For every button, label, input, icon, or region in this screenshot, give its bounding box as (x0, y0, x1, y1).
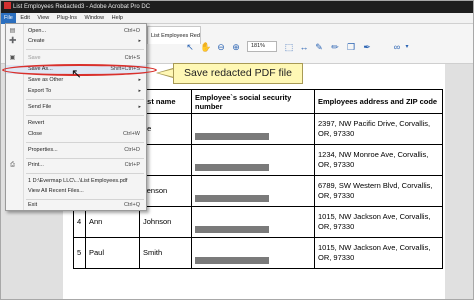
comment-icon[interactable]: ✎ (314, 41, 324, 53)
menu-item-close[interactable]: Close Ctrl+W (6, 130, 146, 139)
menu-item-properties[interactable]: Properties... Ctrl+D (6, 146, 146, 155)
zoom-in-icon[interactable]: ⊕ (231, 41, 241, 53)
cell-last-name: Johnson (139, 206, 192, 238)
highlight-icon[interactable]: ✏ (330, 41, 340, 53)
menu-item-recent-file[interactable]: 1 D:\Evermap LLC\...\List Employees.pdf (6, 177, 146, 186)
create-pdf-icon: ➕ (9, 38, 17, 44)
cell-first-name: Paul (85, 237, 140, 269)
app-window: List Employees Redacted3 - Adobe Acrobat… (0, 0, 474, 300)
zoom-out-icon[interactable]: ⊖ (216, 41, 226, 53)
save-disk-icon: ▣ (9, 55, 16, 61)
column-header-last-name: ast name (139, 89, 192, 114)
cell-last-name: oe (139, 113, 192, 145)
column-header-ssn: Employee`s social security number (191, 89, 315, 114)
redaction-box (195, 256, 269, 264)
annotation-callout: Save redacted PDF file (173, 63, 303, 84)
cell-ssn (191, 237, 315, 269)
cell-ssn (191, 175, 315, 207)
menu-item-revert[interactable]: Revert (6, 119, 146, 128)
zoom-level-select[interactable]: 181% (247, 41, 277, 52)
menu-item-print[interactable]: ⎙ Print... Ctrl+P (6, 161, 146, 170)
menu-item-create[interactable]: ➕ Create ▸ (6, 37, 146, 46)
file-menu-dropdown: ▤ Open... Ctrl+O ➕ Create ▸ ▣ Save Ctrl+… (5, 23, 147, 211)
open-folder-icon: ▤ (9, 28, 16, 34)
cell-last-name: venson (139, 175, 192, 207)
cell-last-name: Smith (139, 237, 192, 269)
mouse-cursor-icon: ↖ (71, 66, 82, 81)
submenu-arrow-icon: ▸ (138, 104, 141, 110)
menu-separator (26, 99, 144, 100)
fit-width-icon[interactable]: ↔ (299, 41, 309, 53)
table-row: 5 Paul Smith 1015, NW Jackson Ave, Corva… (73, 237, 443, 269)
cell-number: 4 (73, 206, 86, 238)
chevron-down-icon[interactable]: ▾ (403, 41, 411, 53)
stamp-icon[interactable]: ❐ (346, 41, 356, 53)
cell-ssn (191, 144, 315, 176)
redaction-box (195, 225, 269, 233)
title-bar: List Employees Redacted3 - Adobe Acrobat… (1, 1, 473, 13)
menu-separator (26, 115, 144, 116)
cell-address: 6789, SW Western Blvd, Corvallis, OR, 97… (314, 175, 443, 207)
redaction-box (195, 194, 269, 202)
acrobat-app-icon (4, 2, 11, 9)
menu-separator (26, 142, 144, 143)
table-row: 4 Ann Johnson 1015, NW Jackson Ave, Corv… (73, 206, 443, 238)
callout-pointer-fill (158, 69, 174, 77)
submenu-arrow-icon: ▸ (138, 38, 141, 44)
cell-address: 1015, NW Jackson Ave, Corvallis, OR, 973… (314, 237, 443, 269)
select-arrow-icon[interactable]: ↖ (185, 41, 195, 53)
column-header-address: Employees address and ZIP code (314, 89, 443, 114)
menu-item-exit[interactable]: Exit Ctrl+Q (6, 201, 146, 210)
printer-icon: ⎙ (10, 162, 15, 168)
window-title: List Employees Redacted3 - Adobe Acrobat… (13, 4, 151, 10)
menu-separator (26, 158, 144, 159)
menu-separator (26, 49, 144, 50)
menu-item-save[interactable]: ▣ Save Ctrl+S (6, 54, 146, 63)
menu-separator (26, 173, 144, 174)
cell-address: 2397, NW Pacific Drive, Corvallis, OR, 9… (314, 113, 443, 145)
menu-separator (26, 199, 144, 200)
cell-first-name: Ann (85, 206, 140, 238)
sign-icon[interactable]: ✒ (362, 41, 372, 53)
cell-number: 5 (73, 237, 86, 269)
hand-icon[interactable]: ✋ (200, 41, 211, 53)
submenu-arrow-icon: ▸ (138, 77, 141, 83)
menu-item-view-all-recent[interactable]: View All Recent Files... (6, 187, 146, 196)
cell-ssn (191, 206, 315, 238)
cell-last-name (139, 144, 192, 176)
menu-item-open[interactable]: ▤ Open... Ctrl+O (6, 27, 146, 36)
redaction-box (195, 132, 269, 140)
menu-item-export-to[interactable]: Export To ▸ (6, 87, 146, 96)
cell-address: 1234, NW Monroe Ave, Corvallis, OR, 9733… (314, 144, 443, 176)
cell-address: 1015, NW Jackson Ave, Corvallis, OR, 973… (314, 206, 443, 238)
cell-ssn (191, 113, 315, 145)
redaction-box (195, 163, 269, 171)
menu-item-send-file[interactable]: Send File ▸ (6, 103, 146, 112)
link-icon[interactable]: ∞ (391, 41, 403, 53)
fit-page-icon[interactable]: ⬚ (284, 41, 294, 53)
submenu-arrow-icon: ▸ (138, 88, 141, 94)
